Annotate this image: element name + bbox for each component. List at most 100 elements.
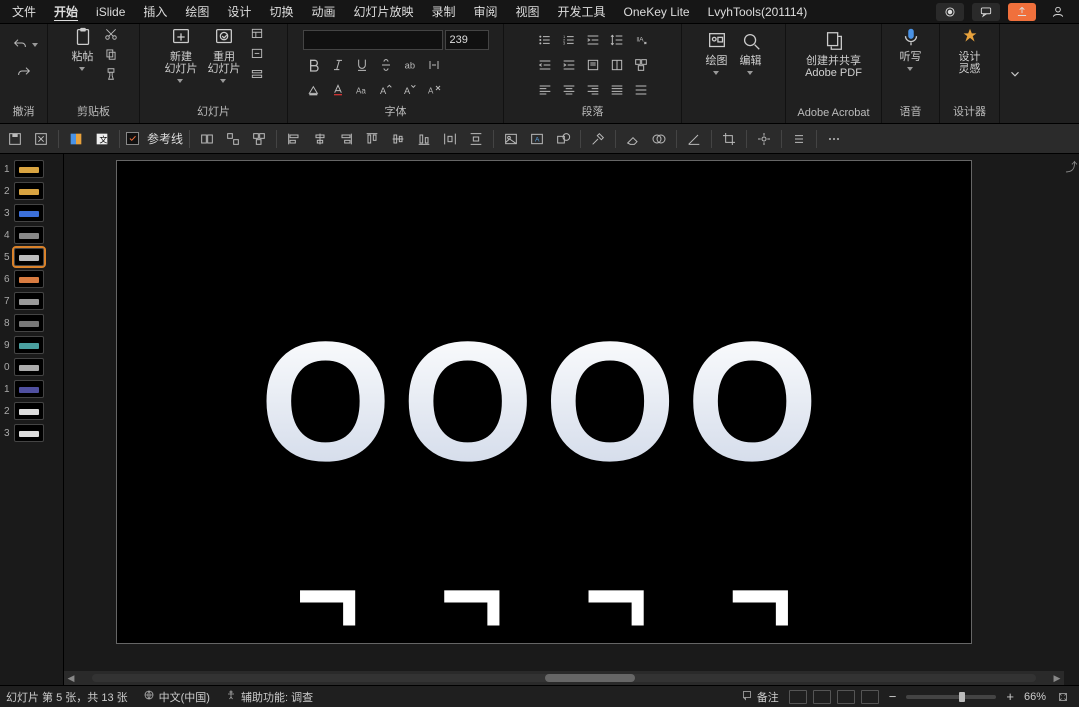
page-curl-icon[interactable]: ⤴ <box>1065 158 1079 172</box>
menu-文件[interactable]: 文件 <box>4 0 44 23</box>
change-case-button[interactable]: Aa <box>351 80 373 100</box>
align-left-button[interactable] <box>534 80 556 100</box>
share-icon[interactable] <box>1008 3 1036 21</box>
decrease-indent-button[interactable] <box>534 55 556 75</box>
line-spacing-button[interactable] <box>606 30 628 50</box>
shadow-button[interactable]: ab <box>399 55 421 75</box>
tool-more-icon[interactable] <box>823 128 845 150</box>
thumbnail-11[interactable]: 1 <box>0 378 63 400</box>
view-normal-icon[interactable] <box>789 690 807 704</box>
slide-canvas[interactable]: OOOO ¬ ¬ ¬ ¬ <box>116 160 972 644</box>
tool-align-3-icon[interactable] <box>248 128 270 150</box>
comment-icon[interactable] <box>972 3 1000 21</box>
tool-align-left-icon[interactable] <box>283 128 305 150</box>
menu-视图[interactable]: 视图 <box>508 0 548 23</box>
zoom-handle[interactable] <box>959 692 965 702</box>
tool-align-centerh-icon[interactable] <box>309 128 331 150</box>
edit-button[interactable]: 编辑 <box>735 27 767 105</box>
italic-button[interactable] <box>327 55 349 75</box>
ribbon-collapse-icon[interactable] <box>1000 24 1030 123</box>
zoom-out-icon[interactable]: − <box>889 689 897 704</box>
section-button[interactable] <box>248 66 266 82</box>
thumbnail-7[interactable]: 7 <box>0 290 63 312</box>
paste-dropdown-icon[interactable] <box>79 67 87 73</box>
tool-shape-icon[interactable] <box>552 128 574 150</box>
canvas-area[interactable]: OOOO ¬ ¬ ¬ ¬ ◀ ▶ <box>64 154 1064 685</box>
bullets-button[interactable] <box>534 30 556 50</box>
thumbnail-1[interactable]: 1 <box>0 158 63 180</box>
menu-审阅[interactable]: 审阅 <box>466 0 506 23</box>
person-icon[interactable] <box>1044 3 1072 21</box>
thumbnail-4[interactable]: 4 <box>0 224 63 246</box>
designer-button[interactable]: 设计 灵感 <box>954 23 986 101</box>
scroll-right-arrow-icon[interactable]: ▶ <box>1050 671 1064 685</box>
tool-color-icon[interactable] <box>65 128 87 150</box>
grow-font-button[interactable]: A <box>375 80 397 100</box>
thumbnail-9[interactable]: 9 <box>0 334 63 356</box>
menu-录制[interactable]: 录制 <box>423 0 463 23</box>
adobe-pdf-button[interactable]: 创建并共享 Adobe PDF <box>801 27 866 105</box>
align-center-button[interactable] <box>558 80 580 100</box>
status-accessibility[interactable]: 辅助功能: 调查 <box>224 688 313 705</box>
tool-target-icon[interactable] <box>753 128 775 150</box>
menu-LvyhTools(201114)[interactable]: LvyhTools(201114) <box>700 2 816 22</box>
menu-切换[interactable]: 切换 <box>261 0 301 23</box>
scroll-left-arrow-icon[interactable]: ◀ <box>64 671 78 685</box>
reuse-slide-dropdown-icon[interactable] <box>220 79 228 85</box>
guides-checkbox[interactable] <box>126 132 139 145</box>
zoom-in-icon[interactable]: + <box>1006 689 1014 704</box>
highlight-button[interactable] <box>303 80 325 100</box>
paste-button[interactable]: 粘帖 <box>67 23 99 101</box>
align-justify-button[interactable] <box>606 80 628 100</box>
thumbnail-6[interactable]: 6 <box>0 268 63 290</box>
tool-merge-icon[interactable] <box>648 128 670 150</box>
menu-动画[interactable]: 动画 <box>303 0 343 23</box>
thumbnail-10[interactable]: 0 <box>0 356 63 378</box>
tool-dist-v-icon[interactable] <box>465 128 487 150</box>
draw-button[interactable]: 绘图 <box>701 27 733 105</box>
strike-button[interactable] <box>375 55 397 75</box>
undo-button[interactable] <box>9 35 31 55</box>
dictate-button[interactable]: 听写 <box>895 23 927 101</box>
char-spacing-button[interactable] <box>423 55 445 75</box>
status-lang[interactable]: 中文(中国) <box>142 688 210 705</box>
redo-button[interactable] <box>13 63 35 83</box>
tool-save-icon[interactable] <box>4 128 26 150</box>
font-color-button[interactable] <box>327 80 349 100</box>
thumbnail-8[interactable]: 8 <box>0 312 63 334</box>
tool-align-1-icon[interactable] <box>196 128 218 150</box>
cut-button[interactable] <box>102 26 120 42</box>
zoom-value[interactable]: 66% <box>1024 691 1046 703</box>
reset-button[interactable] <box>248 46 266 62</box>
tool-textA-icon[interactable]: A <box>526 128 548 150</box>
thumbnail-3[interactable]: 3 <box>0 202 63 224</box>
align-vert-button[interactable] <box>582 55 604 75</box>
layout-button[interactable] <box>248 26 266 42</box>
tool-pic-icon[interactable] <box>500 128 522 150</box>
undo-dropdown-icon[interactable] <box>32 43 40 49</box>
numbering-button[interactable]: 123 <box>558 30 580 50</box>
copy-button[interactable] <box>102 46 120 62</box>
text-direction-button[interactable]: ‖A <box>630 30 652 50</box>
view-slideshow-icon[interactable] <box>861 690 879 704</box>
thumbnail-2[interactable]: 2 <box>0 180 63 202</box>
tool-text-box-icon[interactable]: 文 <box>91 128 113 150</box>
menu-开发工具[interactable]: 开发工具 <box>550 0 614 23</box>
tool-align-middle-icon[interactable] <box>387 128 409 150</box>
tool-align-bottom-icon[interactable] <box>413 128 435 150</box>
horizontal-scrollbar[interactable]: ◀ ▶ <box>64 671 1064 685</box>
zoom-slider[interactable] <box>906 695 996 699</box>
status-notes[interactable]: 备注 <box>740 688 779 705</box>
menu-幻灯片放映[interactable]: 幻灯片放映 <box>345 0 421 23</box>
reuse-slide-button[interactable]: 重用 幻灯片 <box>204 23 245 101</box>
bold-button[interactable] <box>303 55 325 75</box>
tool-box-x-icon[interactable] <box>30 128 52 150</box>
tool-crop-icon[interactable] <box>718 128 740 150</box>
align-right-button[interactable] <box>582 80 604 100</box>
columns-button[interactable] <box>606 55 628 75</box>
view-sorter-icon[interactable] <box>813 690 831 704</box>
distribute-button[interactable] <box>630 80 652 100</box>
tool-list-icon[interactable] <box>788 128 810 150</box>
increase-indent-button[interactable] <box>558 55 580 75</box>
font-size-combo[interactable]: 239 <box>445 30 489 50</box>
